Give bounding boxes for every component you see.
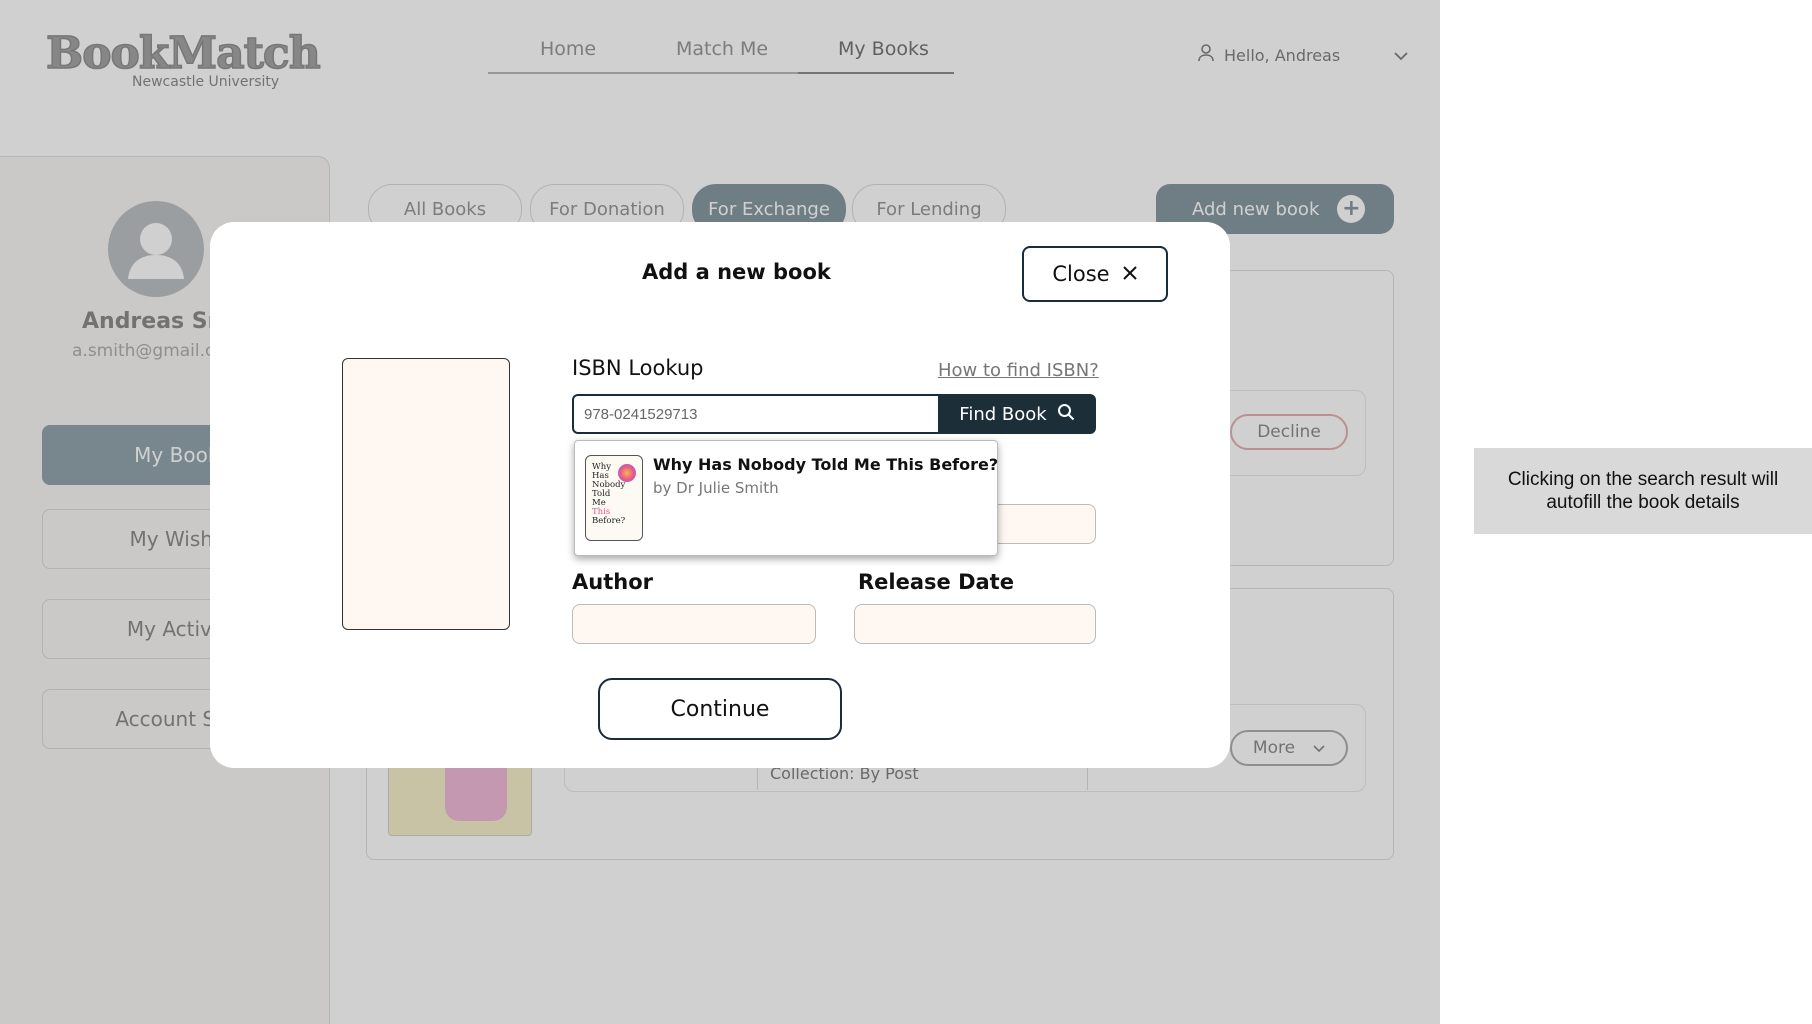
result-book-cover: Why Has Nobody Told Me This Before?: [585, 455, 643, 541]
author-label: Author: [572, 570, 653, 594]
annotation-note: Clicking on the search result will autof…: [1474, 448, 1812, 534]
modal-title: Add a new book: [642, 260, 831, 284]
add-book-modal: Add a new book Close ISBN Lookup How to …: [210, 222, 1230, 768]
close-button[interactable]: Close: [1022, 246, 1168, 302]
isbn-search-result[interactable]: Why Has Nobody Told Me This Before? Why …: [574, 440, 998, 556]
close-icon: [1122, 262, 1138, 286]
result-title: Why Has Nobody Told Me This Before?: [653, 455, 999, 474]
isbn-lookup-label: ISBN Lookup: [572, 356, 704, 380]
app-window: BookMatch Newcastle University Home Matc…: [0, 0, 1440, 1024]
release-date-field[interactable]: [854, 604, 1096, 644]
author-field[interactable]: [572, 604, 816, 644]
how-to-find-isbn-link[interactable]: How to find ISBN?: [938, 360, 1099, 381]
result-author: by Dr Julie Smith: [653, 479, 779, 497]
cover-emblem: [618, 464, 636, 482]
continue-button[interactable]: Continue: [598, 678, 842, 740]
isbn-input[interactable]: [572, 394, 938, 434]
release-date-label: Release Date: [858, 570, 1014, 594]
cover-text: Before?: [592, 516, 626, 526]
close-label: Close: [1052, 262, 1110, 286]
find-book-label: Find Book: [959, 403, 1047, 425]
book-cover-preview: [342, 358, 510, 630]
find-book-button[interactable]: Find Book: [938, 394, 1096, 434]
search-icon: [1057, 403, 1075, 426]
